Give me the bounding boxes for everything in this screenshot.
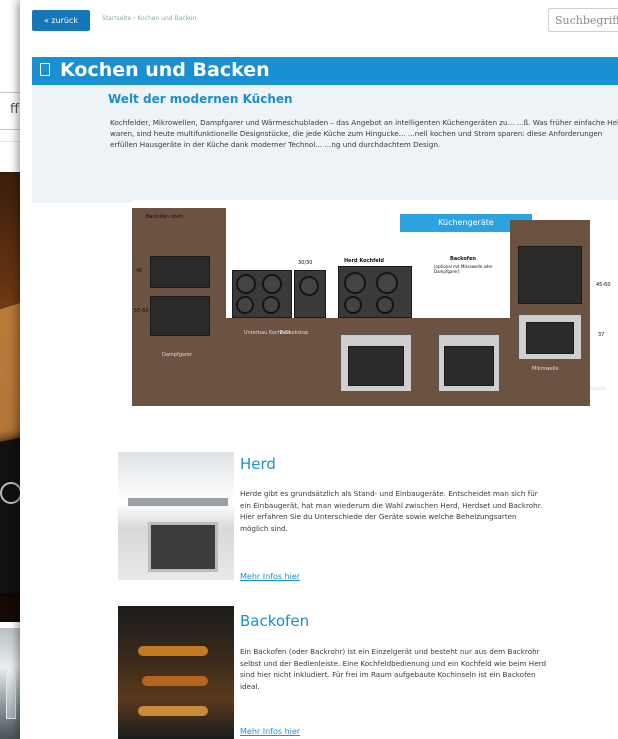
oven-tall-lower-door <box>526 322 574 354</box>
label-size-4560: 45-60 <box>596 282 611 288</box>
burner <box>344 296 362 314</box>
steamer-unit <box>150 296 210 336</box>
oven-under-2-door <box>444 346 494 386</box>
label-dampfgarer: Dampfgarer <box>162 352 193 358</box>
front-window: « zurück Startseite › Kochen und Backen … <box>20 0 618 739</box>
herd-image <box>118 452 234 580</box>
oven-tall-upper <box>518 246 582 304</box>
search-input[interactable]: Suchbegriff <box>548 8 618 32</box>
page-title: Kochen und Backen <box>60 59 270 81</box>
burner <box>376 272 398 294</box>
microwave-unit <box>150 256 210 288</box>
page-icon <box>40 63 50 76</box>
section-text-herd: Herde gibt es grundsätzlich als Stand- u… <box>240 489 543 533</box>
back-button[interactable]: « zurück <box>32 10 90 31</box>
burner <box>299 276 319 296</box>
burner <box>376 296 394 314</box>
burner <box>236 296 254 314</box>
kitchen-appliances-diagram: Küchengeräte Backofen oben 45 55-60 Damp… <box>132 200 618 416</box>
label-size-45: 45 <box>136 268 143 274</box>
section-title-backofen: Backofen <box>240 612 310 630</box>
label-cookstop: E-Cookstop <box>280 330 309 336</box>
oven-under-1-door <box>348 346 404 386</box>
label-size-37: 37 <box>598 332 605 338</box>
burner <box>344 272 366 294</box>
link-herd-more[interactable]: Mehr Infos hier <box>240 572 300 581</box>
search-input-text[interactable]: ff <box>10 102 19 117</box>
backofen-image <box>118 606 234 739</box>
label-herd-kochfeld: Herd Kochfeld <box>344 258 384 264</box>
label-size-3030: 30/30 <box>298 260 313 266</box>
link-backofen-more[interactable]: Mehr Infos hier <box>240 727 300 736</box>
intro-box: Welt der modernen Küchen Kochfelder, Mik… <box>32 85 618 203</box>
section-title-herd: Herd <box>240 455 276 473</box>
section-subtitle: Welt der modernen Küchen <box>108 92 293 106</box>
burner <box>262 274 282 294</box>
label-size-55: 55-60 <box>134 308 149 314</box>
title-bar: Kochen und Backen <box>32 57 618 85</box>
top-bar: « zurück Startseite › Kochen und Backen … <box>20 0 618 44</box>
breadcrumb[interactable]: Startseite › Kochen und Backen <box>102 15 196 22</box>
intro-text: Kochfelder, Mikrowellen, Dampfgarer und … <box>110 118 618 149</box>
burner <box>236 274 256 294</box>
label-backofen-top: Backofen oben <box>146 214 184 220</box>
section-text-backofen: Ein Backofen (oder Backrohr) ist ein Ein… <box>240 647 547 691</box>
label-mikrowelle: Mikrowelle <box>532 366 559 372</box>
burner <box>262 296 280 314</box>
label-backofen-sub: (optional mit Mikrowelle oder Dampfgarer… <box>434 264 493 274</box>
label-backofen-note: Backofen <box>450 256 476 262</box>
